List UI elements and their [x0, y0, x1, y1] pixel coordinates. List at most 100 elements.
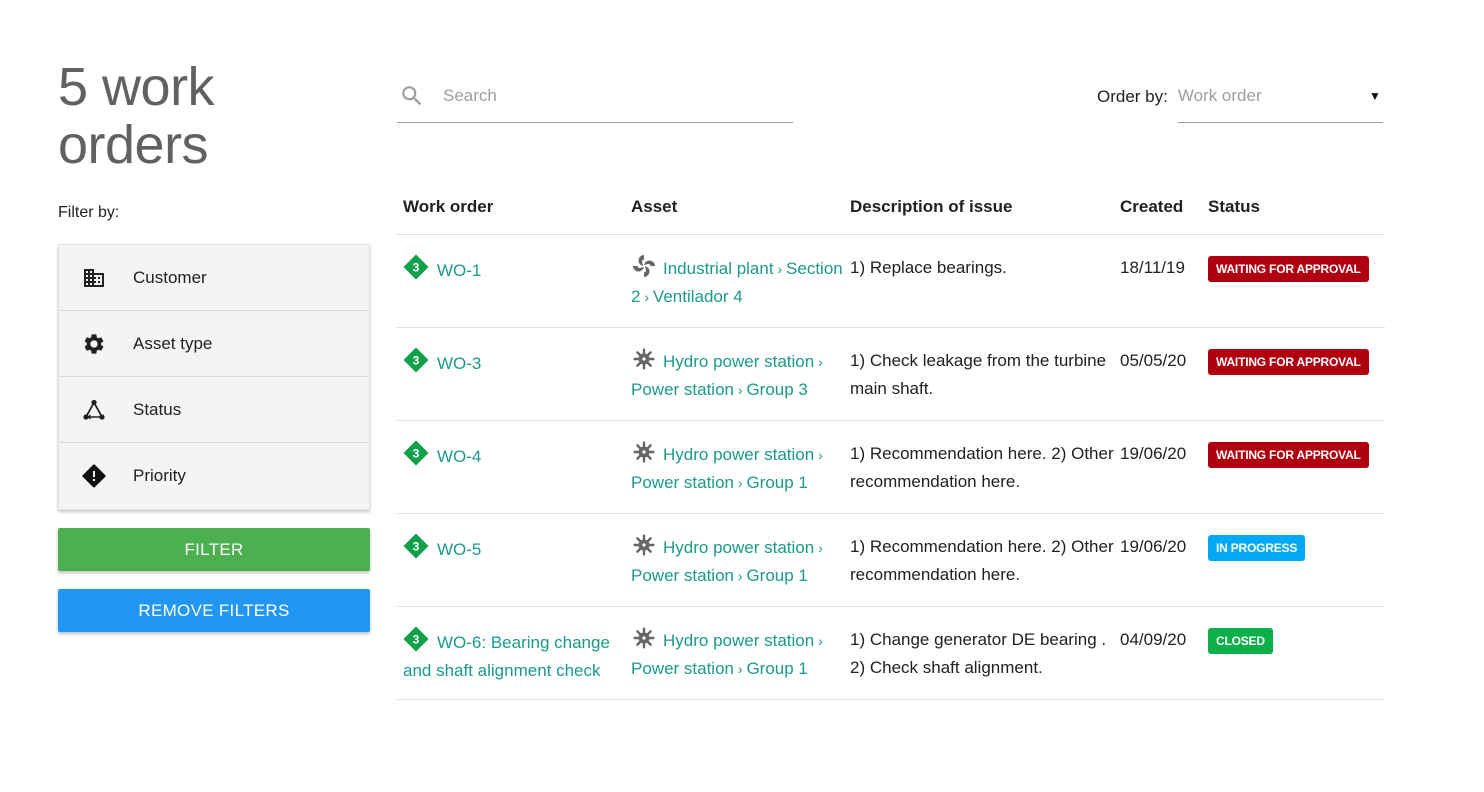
turbine-icon: [631, 626, 657, 650]
asset-path-link[interactable]: Group 1: [746, 659, 807, 678]
asset-path-link[interactable]: Hydro power station: [663, 445, 814, 464]
breadcrumb-separator-icon: ›: [734, 661, 747, 677]
description-cell: 1) Recommendation here. 2) Other recomme…: [850, 444, 1114, 491]
remove-filters-button[interactable]: REMOVE FILTERS: [58, 589, 370, 632]
filter-item-label: Asset type: [133, 333, 213, 353]
work-order-link[interactable]: WO-4: [437, 447, 481, 466]
page-title: 5 work orders: [58, 57, 215, 175]
svg-text:3: 3: [413, 540, 420, 554]
priority-icon: 3: [403, 254, 429, 280]
asset-path-link[interactable]: Hydro power station: [663, 538, 814, 557]
svg-text:3: 3: [413, 261, 420, 275]
breadcrumb-separator-icon: ›: [734, 568, 747, 584]
filter-by-label: Filter by:: [58, 204, 120, 221]
filter-item-status[interactable]: Status: [59, 377, 369, 443]
workflow-icon: [81, 397, 107, 423]
work-order-cell: 3 WO-1: [397, 254, 631, 285]
work-order-link[interactable]: WO-5: [437, 540, 481, 559]
asset-path-link[interactable]: Group 1: [746, 473, 807, 492]
table-row[interactable]: 3 WO-1 Industrial plant › Section 2 › Ve…: [397, 235, 1385, 328]
filter-item-label: Status: [133, 399, 182, 419]
column-header-status[interactable]: Status: [1208, 197, 1385, 217]
order-by-select[interactable]: Work order ▼: [1177, 70, 1383, 123]
breadcrumb-separator-icon: ›: [814, 354, 823, 370]
column-header-work-order[interactable]: Work order: [397, 197, 631, 217]
work-order-link[interactable]: WO-1: [437, 261, 481, 280]
turbine-icon: [631, 347, 657, 371]
priority-icon: 3: [403, 347, 429, 373]
filter-item-label: Customer: [133, 267, 207, 287]
breadcrumb-separator-icon: ›: [640, 289, 653, 305]
asset-cell: Hydro power station › Power station › Gr…: [631, 440, 850, 497]
turbine-icon: [631, 533, 657, 557]
status-cell: WAITING FOR APPROVAL: [1208, 254, 1385, 282]
filter-list: Customer Asset type Status Priority: [58, 244, 370, 510]
table-row[interactable]: 3 WO-5 Hydro power station › Power stati…: [397, 514, 1385, 607]
breadcrumb-separator-icon: ›: [814, 447, 823, 463]
priority-icon: 3: [403, 440, 429, 466]
priority-icon: 3: [403, 533, 429, 559]
asset-path-link[interactable]: Power station: [631, 473, 734, 492]
table-row[interactable]: 3 WO-4 Hydro power station › Power stati…: [397, 421, 1385, 514]
table-row[interactable]: 3 WO-6: Bearing change and shaft alignme…: [397, 607, 1385, 700]
asset-path-link[interactable]: Power station: [631, 566, 734, 585]
column-header-created[interactable]: Created: [1120, 197, 1208, 217]
created-cell: 19/06/20: [1120, 537, 1187, 556]
asset-path-link[interactable]: Group 3: [746, 380, 807, 399]
work-order-cell: 3 WO-6: Bearing change and shaft alignme…: [397, 626, 631, 685]
description-cell: 1) Replace bearings.: [850, 258, 1007, 277]
search-input[interactable]: [443, 86, 763, 106]
asset-cell: Hydro power station › Power station › Gr…: [631, 626, 850, 683]
description-cell: 1) Change generator DE bearing . 2) Chec…: [850, 630, 1107, 677]
status-badge: WAITING FOR APPROVAL: [1208, 256, 1369, 282]
status-cell: IN PROGRESS: [1208, 533, 1385, 561]
column-header-description[interactable]: Description of issue: [850, 197, 1120, 217]
status-cell: WAITING FOR APPROVAL: [1208, 440, 1385, 468]
svg-text:3: 3: [413, 633, 420, 647]
table-header: Work order Asset Description of issue Cr…: [397, 180, 1385, 235]
warning-diamond-icon: [81, 463, 107, 489]
table-row[interactable]: 3 WO-3 Hydro power station › Power stati…: [397, 328, 1385, 421]
gear-icon: [81, 331, 107, 357]
status-cell: CLOSED: [1208, 626, 1385, 654]
order-by: Order by: Work order ▼: [1097, 70, 1383, 123]
asset-path-link[interactable]: Power station: [631, 659, 734, 678]
work-order-link[interactable]: WO-3: [437, 354, 481, 373]
svg-text:3: 3: [413, 447, 420, 461]
search-icon: [399, 83, 425, 109]
filter-item-priority[interactable]: Priority: [59, 443, 369, 509]
asset-path-link[interactable]: Hydro power station: [663, 352, 814, 371]
left-panel: 5 work orders Filter by: Customer Asset …: [58, 58, 370, 632]
status-badge: CLOSED: [1208, 628, 1273, 654]
work-order-link[interactable]: WO-6: Bearing change and shaft alignment…: [403, 633, 610, 680]
filter-button[interactable]: FILTER: [58, 528, 370, 571]
fan-icon: [631, 254, 657, 278]
work-orders-table: Work order Asset Description of issue Cr…: [397, 180, 1385, 700]
filter-item-asset-type[interactable]: Asset type: [59, 311, 369, 377]
work-order-cell: 3 WO-4: [397, 440, 631, 471]
building-icon: [81, 265, 107, 291]
filter-item-customer[interactable]: Customer: [59, 245, 369, 311]
asset-path-link[interactable]: Hydro power station: [663, 631, 814, 650]
svg-text:3: 3: [413, 354, 420, 368]
breadcrumb-separator-icon: ›: [773, 261, 787, 277]
order-by-value: Work order: [1177, 86, 1262, 105]
created-cell: 19/06/20: [1120, 444, 1187, 463]
created-cell: 04/09/20: [1120, 630, 1187, 649]
asset-path-link[interactable]: Group 1: [746, 566, 807, 585]
asset-cell: Hydro power station › Power station › Gr…: [631, 533, 850, 590]
asset-path-link[interactable]: Power station: [631, 380, 734, 399]
status-badge: IN PROGRESS: [1208, 535, 1306, 561]
order-by-label: Order by:: [1097, 86, 1168, 106]
column-header-asset[interactable]: Asset: [631, 197, 850, 217]
asset-path-link[interactable]: Industrial plant: [663, 259, 774, 278]
table-body: 3 WO-1 Industrial plant › Section 2 › Ve…: [397, 235, 1385, 700]
status-badge: WAITING FOR APPROVAL: [1208, 349, 1369, 375]
turbine-icon: [631, 440, 657, 464]
asset-cell: Industrial plant › Section 2 › Ventilado…: [631, 254, 850, 311]
search-bar: [397, 70, 793, 123]
status-badge: WAITING FOR APPROVAL: [1208, 442, 1369, 468]
breadcrumb-separator-icon: ›: [814, 633, 823, 649]
caret-down-icon: ▼: [1368, 89, 1381, 103]
asset-path-link[interactable]: Ventilador 4: [653, 287, 743, 306]
